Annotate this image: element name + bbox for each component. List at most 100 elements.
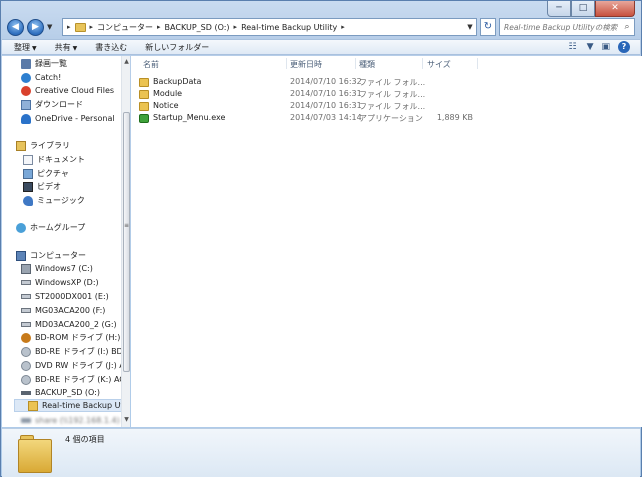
details-pane: 4 個の項目	[2, 428, 640, 477]
nav-item-pictures[interactable]: ピクチャ	[23, 167, 69, 180]
system-drive-icon	[21, 263, 31, 274]
nav-item-label: ライブラリ	[30, 141, 70, 150]
breadcrumb-separator[interactable]: ▸	[234, 23, 238, 31]
column-divider[interactable]	[286, 58, 287, 69]
creative-cloud-icon	[21, 85, 31, 96]
recent-pages-dropdown[interactable]: ▼	[47, 23, 55, 31]
file-type: ファイル フォル...	[359, 90, 426, 99]
pictures-icon	[23, 168, 33, 179]
nav-item-drive-g[interactable]: MD03ACA200_2 (G:)	[21, 318, 117, 331]
nav-item-videos[interactable]: ビデオ	[23, 180, 61, 193]
network-drive-icon	[21, 418, 31, 423]
view-options-icon[interactable]: ☷	[568, 42, 576, 52]
minimize-button[interactable]: ─	[547, 1, 571, 17]
nav-item-realtime-backup[interactable]: Real-time Backup Utility	[14, 399, 121, 412]
nav-item-documents[interactable]: ドキュメント	[23, 153, 85, 166]
nav-item-recordings[interactable]: 録画一覧	[21, 57, 67, 70]
nav-item-drive-d[interactable]: WindowsXP (D:)	[21, 276, 99, 289]
share-button[interactable]: 共有 ▼	[55, 42, 78, 53]
nav-item-catch[interactable]: Catch!	[21, 71, 61, 84]
search-box[interactable]: ⌕	[499, 18, 635, 36]
column-divider[interactable]	[477, 58, 478, 69]
back-button[interactable]: ◀	[7, 18, 24, 36]
share-label: 共有	[54, 42, 71, 52]
nav-item-label: BACKUP_SD (O:)	[35, 388, 100, 397]
nav-item-network-drive[interactable]: share (\\192.168.1.4) (Y:)	[21, 414, 121, 427]
file-name: BackupData	[153, 77, 202, 86]
scroll-up-icon[interactable]: ▲	[122, 58, 131, 65]
address-history-dropdown[interactable]: ▼	[464, 19, 476, 35]
burn-button[interactable]: 書き込む	[95, 42, 127, 53]
file-date: 2014/07/10 16:31	[290, 101, 362, 110]
file-type: ファイル フォル...	[359, 102, 426, 111]
nav-item-drive-f[interactable]: MG03ACA200 (F:)	[21, 304, 105, 317]
file-name: Startup_Menu.exe	[153, 113, 226, 122]
nav-item-drive-j[interactable]: DVD RW ドライブ (J:) Aud	[21, 359, 121, 372]
nav-item-libraries[interactable]: ライブラリ	[16, 139, 70, 152]
file-size: 1,889 KB	[436, 113, 473, 122]
nav-item-label: DVD RW ドライブ (J:) Aud	[35, 361, 121, 370]
nav-item-drive-e[interactable]: ST2000DX001 (E:)	[21, 290, 109, 303]
organize-label: 整理	[14, 42, 30, 52]
sd-card-icon	[21, 390, 31, 395]
nav-item-label: ST2000DX001 (E:)	[35, 292, 109, 301]
nav-item-label: OneDrive - Personal	[35, 114, 115, 123]
column-header-date[interactable]: 更新日時	[290, 59, 322, 70]
help-icon[interactable]: ?	[618, 41, 630, 53]
organize-button[interactable]: 整理 ▼	[14, 42, 37, 53]
file-row[interactable]: Module 2014/07/10 16:31 ファイル フォル...	[139, 89, 469, 100]
nav-item-drive-k[interactable]: BD-RE ドライブ (K:) AQOU	[21, 373, 121, 386]
folder-icon	[74, 22, 86, 32]
column-header-size[interactable]: サイズ	[427, 59, 451, 70]
nav-item-drive-o[interactable]: BACKUP_SD (O:)	[21, 386, 100, 399]
view-dropdown-icon[interactable]: ▼	[587, 42, 594, 52]
nav-item-homegroup[interactable]: ホームグループ	[16, 221, 85, 234]
explorer-window: ─ □ ✕ ◀ ▶ ▼ ▸ ▸ コンピューター ▸ BACKUP_SD (O:)…	[0, 0, 642, 477]
search-icon[interactable]: ⌕	[620, 22, 634, 32]
column-header-name[interactable]: 名前	[143, 59, 159, 70]
search-input[interactable]	[504, 22, 620, 32]
address-bar[interactable]: ▸ ▸ コンピューター ▸ BACKUP_SD (O:) ▸ Real-time…	[62, 18, 477, 36]
breadcrumb-separator[interactable]: ▸	[341, 23, 345, 31]
navigation-pane: 録画一覧 Catch! Creative Cloud Files ダウンロード …	[2, 56, 121, 427]
computer-icon	[16, 250, 26, 261]
documents-icon	[23, 154, 33, 165]
scroll-down-icon[interactable]: ▼	[122, 416, 131, 423]
file-row[interactable]: Startup_Menu.exe 2014/07/03 14:14 アプリケーシ…	[139, 113, 473, 124]
forward-button[interactable]: ▶	[27, 18, 44, 36]
nav-item-computer[interactable]: コンピューター	[16, 249, 86, 262]
column-header-type[interactable]: 種類	[359, 59, 375, 70]
breadcrumb-computer[interactable]: コンピューター	[97, 22, 153, 33]
breadcrumb-backup-sd[interactable]: BACKUP_SD (O:)	[165, 23, 230, 32]
new-folder-button[interactable]: 新しいフォルダー	[145, 42, 209, 53]
nav-item-drive-c[interactable]: Windows7 (C:)	[21, 262, 93, 275]
close-button[interactable]: ✕	[595, 1, 635, 17]
column-divider[interactable]	[355, 58, 356, 69]
breadcrumb-realtime-backup[interactable]: Real-time Backup Utility	[241, 23, 337, 32]
nav-item-onedrive[interactable]: OneDrive - Personal	[21, 112, 115, 125]
refresh-button[interactable]: ↻	[480, 18, 496, 36]
breadcrumb-separator[interactable]: ▸	[157, 23, 161, 31]
nav-item-label: 録画一覧	[35, 59, 67, 68]
file-type: ファイル フォル...	[359, 78, 426, 87]
nav-item-label: BD-RE ドライブ (I:) BDRO	[35, 347, 121, 356]
nav-item-creative-cloud[interactable]: Creative Cloud Files	[21, 84, 114, 97]
nav-item-drive-i[interactable]: BD-RE ドライブ (I:) BDRO	[21, 345, 121, 358]
bd-re-icon	[21, 374, 31, 385]
nav-item-music[interactable]: ミュージック	[23, 194, 85, 207]
breadcrumb-separator[interactable]: ▸	[90, 23, 94, 31]
file-row[interactable]: BackupData 2014/07/10 16:32 ファイル フォル...	[139, 77, 469, 88]
catch-icon	[21, 72, 31, 83]
file-row[interactable]: Notice 2014/07/10 16:31 ファイル フォル...	[139, 101, 469, 112]
nav-scrollbar[interactable]: ▲ ≡ ▼	[121, 56, 130, 427]
nav-item-label: Windows7 (C:)	[35, 264, 93, 273]
maximize-button[interactable]: □	[571, 1, 595, 17]
nav-item-drive-h[interactable]: BD-ROM ドライブ (H:) PU	[21, 331, 121, 344]
nav-item-downloads[interactable]: ダウンロード	[21, 98, 83, 111]
nav-item-label: share (\\192.168.1.4) (Y:)	[35, 416, 121, 425]
preview-pane-icon[interactable]: ▣	[601, 42, 610, 52]
bd-re-icon	[21, 346, 31, 357]
column-divider[interactable]	[422, 58, 423, 69]
scroll-thumb[interactable]	[123, 112, 130, 372]
recording-icon	[21, 58, 31, 69]
